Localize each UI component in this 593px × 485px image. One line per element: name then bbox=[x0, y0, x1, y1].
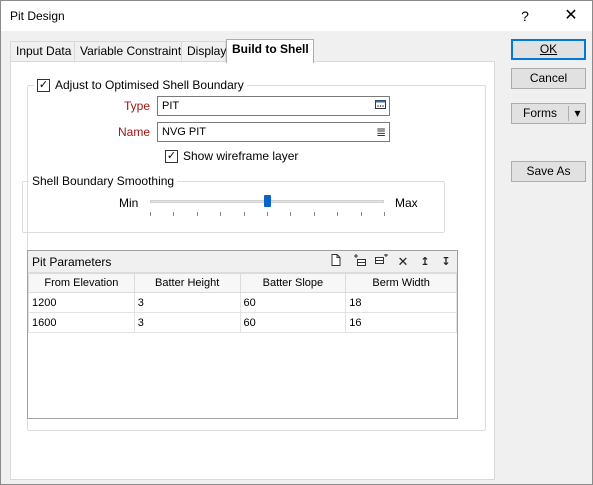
tab-input-data[interactable]: Input Data bbox=[10, 41, 75, 62]
grid-toolbar: Pit Parameters ✕ ↥ ↧ bbox=[28, 251, 457, 273]
slider-tick bbox=[290, 212, 291, 216]
forms-divider bbox=[568, 106, 569, 121]
ok-button[interactable]: OK bbox=[511, 39, 586, 60]
tab-panel-build-to-shell: ✓ Adjust to Optimised Shell Boundary Typ… bbox=[10, 61, 495, 480]
column-header[interactable]: Batter Slope bbox=[239, 273, 347, 293]
help-button[interactable]: ? bbox=[505, 3, 545, 29]
slider-tick bbox=[337, 212, 338, 216]
pit-design-dialog: Pit Design ? ✕ Input Data Variable Const… bbox=[0, 0, 593, 485]
cancel-label: Cancel bbox=[529, 71, 568, 85]
table-cell[interactable]: 60 bbox=[239, 292, 347, 313]
table-cell[interactable]: 3 bbox=[133, 312, 241, 333]
table-cell[interactable]: 1200 bbox=[28, 292, 135, 313]
title-bar: Pit Design ? ✕ bbox=[1, 1, 592, 31]
name-field[interactable]: NVG PIT ≣ bbox=[157, 122, 390, 142]
smoothing-group: Shell Boundary Smoothing Min Max bbox=[22, 174, 445, 233]
new-icon[interactable] bbox=[329, 254, 343, 270]
slider-tick bbox=[173, 212, 174, 216]
table-row: 1600 3 60 16 bbox=[28, 312, 457, 333]
adjust-shell-legend: ✓ Adjust to Optimised Shell Boundary bbox=[34, 78, 247, 92]
slider-tick bbox=[197, 212, 198, 216]
table-cell[interactable]: 60 bbox=[239, 312, 347, 333]
table-cell[interactable]: 16 bbox=[345, 312, 457, 333]
insert-row-icon[interactable] bbox=[352, 254, 366, 270]
slider-tick bbox=[267, 212, 268, 216]
name-label: Name bbox=[117, 125, 150, 139]
smoothing-slider-thumb[interactable] bbox=[264, 195, 271, 207]
smoothing-title: Shell Boundary Smoothing bbox=[32, 174, 175, 188]
column-header[interactable]: Batter Height bbox=[133, 273, 241, 293]
adjust-shell-checkbox[interactable]: ✓ bbox=[37, 78, 50, 92]
pit-parameters-title: Pit Parameters bbox=[32, 255, 112, 269]
add-row-icon[interactable] bbox=[374, 253, 388, 270]
ok-label: OK bbox=[539, 42, 558, 56]
wireframe-label: Show wireframe layer bbox=[183, 149, 299, 163]
cancel-button[interactable]: Cancel bbox=[511, 68, 586, 89]
save-as-label: Save As bbox=[526, 164, 571, 178]
smoothing-legend: Shell Boundary Smoothing bbox=[29, 174, 178, 188]
tab-variable-constraints[interactable]: Variable Constraints bbox=[74, 41, 187, 62]
window-title: Pit Design bbox=[10, 9, 65, 23]
type-label: Type bbox=[123, 99, 150, 113]
column-header[interactable]: From Elevation bbox=[28, 273, 135, 293]
column-header[interactable]: Berm Width bbox=[345, 273, 457, 293]
table-row: 1200 3 60 18 bbox=[28, 292, 457, 313]
type-value: PIT bbox=[162, 100, 180, 112]
table-cell[interactable]: 1600 bbox=[28, 312, 135, 333]
pit-parameters-table: From Elevation Batter Height Batter Slop… bbox=[28, 273, 457, 333]
browse-icon[interactable] bbox=[375, 97, 386, 115]
move-up-icon[interactable]: ↥ bbox=[418, 254, 432, 270]
slider-tick bbox=[384, 212, 385, 216]
close-button[interactable]: ✕ bbox=[551, 3, 591, 29]
slider-tick bbox=[220, 212, 221, 216]
type-field[interactable]: PIT bbox=[157, 96, 390, 116]
slider-tick bbox=[244, 212, 245, 216]
adjust-shell-group: ✓ Adjust to Optimised Shell Boundary Typ… bbox=[22, 78, 486, 431]
forms-label: Forms bbox=[523, 106, 557, 120]
forms-button[interactable]: Forms ▾ bbox=[511, 103, 586, 124]
move-down-icon[interactable]: ↧ bbox=[439, 254, 453, 270]
tab-display[interactable]: Display bbox=[181, 41, 226, 62]
name-value: NVG PIT bbox=[162, 126, 207, 138]
chevron-down-icon[interactable]: ▾ bbox=[570, 104, 585, 123]
tab-build-to-shell[interactable]: Build to Shell bbox=[226, 39, 314, 63]
list-icon[interactable]: ≣ bbox=[376, 123, 386, 141]
slider-tick bbox=[361, 212, 362, 216]
slider-tick bbox=[150, 212, 151, 216]
table-header-row: From Elevation Batter Height Batter Slop… bbox=[28, 273, 457, 293]
table-cell[interactable]: 3 bbox=[133, 292, 241, 313]
pit-parameters-grid: Pit Parameters ✕ ↥ ↧ From Elevation Batt… bbox=[27, 250, 458, 419]
save-as-button[interactable]: Save As bbox=[511, 161, 586, 182]
slider-max-label: Max bbox=[395, 196, 418, 210]
wireframe-checkbox[interactable]: ✓ bbox=[165, 149, 178, 163]
slider-tick bbox=[314, 212, 315, 216]
slider-min-label: Min bbox=[119, 196, 139, 210]
wireframe-option: ✓ Show wireframe layer bbox=[165, 149, 298, 163]
delete-icon[interactable]: ✕ bbox=[396, 254, 410, 270]
adjust-shell-label: Adjust to Optimised Shell Boundary bbox=[55, 78, 244, 92]
table-cell[interactable]: 18 bbox=[345, 292, 457, 313]
